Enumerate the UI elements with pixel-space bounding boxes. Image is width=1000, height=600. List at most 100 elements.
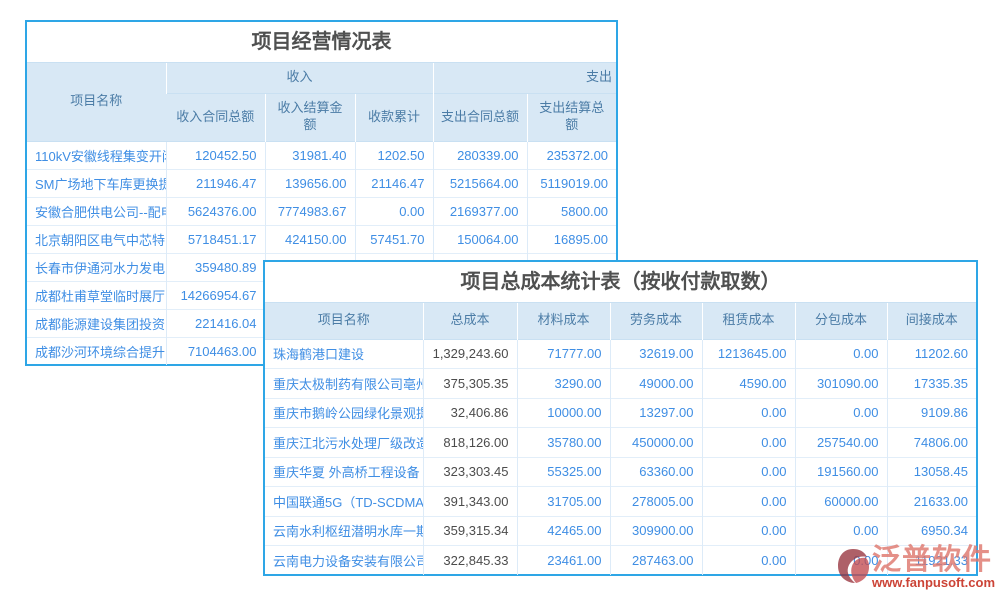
- project-cost-panel: 项目总成本统计表（按收付款取数） 项目名称 总成本 材料成本 劳务成本 租赁成本…: [263, 260, 978, 576]
- table-row: 重庆太极制药有限公司亳州375,305.353290.0049000.00459…: [265, 369, 976, 399]
- value-cell: 21633.00: [887, 487, 976, 517]
- value-cell: 309900.00: [610, 516, 702, 546]
- value-cell: 16895.00: [527, 225, 616, 253]
- value-cell: 31705.00: [517, 487, 610, 517]
- value-cell: 818,126.00: [423, 428, 517, 458]
- table-row: 重庆江北污水处理厂级改造818,126.0035780.00450000.000…: [265, 428, 976, 458]
- value-cell: 0.00: [795, 339, 887, 369]
- value-cell: 211946.47: [166, 169, 265, 197]
- value-cell: 9109.86: [887, 398, 976, 428]
- col-group-income: 收入: [166, 63, 433, 93]
- col-header-income-contract-total: 收入合同总额: [166, 93, 265, 141]
- col-header-expense-contract-total: 支出合同总额: [433, 93, 527, 141]
- project-name-cell: 重庆市鹅岭公园绿化景观提升: [265, 398, 423, 428]
- project-name-cell: 成都能源建设集团投资: [27, 309, 166, 337]
- value-cell: 287463.00: [610, 546, 702, 576]
- value-cell: 235372.00: [527, 141, 616, 169]
- value-cell: 49000.00: [610, 369, 702, 399]
- table-row: SM广场地下车库更换提升211946.47139656.0021146.4752…: [27, 169, 616, 197]
- value-cell: 0.00: [355, 197, 433, 225]
- project-name-cell: 110kV安徽线程集变开闭: [27, 141, 166, 169]
- value-cell: 1202.50: [355, 141, 433, 169]
- project-name-cell: 成都沙河环境综合提升: [27, 337, 166, 365]
- value-cell: 0.00: [795, 398, 887, 428]
- value-cell: 32619.00: [610, 339, 702, 369]
- cost-table-title: 项目总成本统计表（按收付款取数）: [265, 262, 976, 303]
- project-name-cell: 安徽合肥供电公司--配电: [27, 197, 166, 225]
- value-cell: 150064.00: [433, 225, 527, 253]
- value-cell: 391,343.00: [423, 487, 517, 517]
- value-cell: 0.00: [795, 516, 887, 546]
- value-cell: 221416.04: [166, 309, 265, 337]
- value-cell: 5215664.00: [433, 169, 527, 197]
- col-header-labor-cost: 劳务成本: [610, 303, 702, 339]
- table-row: 重庆华夏 外高桥工程设备323,303.4555325.0063360.000.…: [265, 457, 976, 487]
- table-row: 重庆市鹅岭公园绿化景观提升32,406.8610000.0013297.00 0.…: [265, 398, 976, 428]
- value-cell: 280339.00: [433, 141, 527, 169]
- value-cell: 13297.00: [610, 398, 702, 428]
- value-cell: 0.00: [702, 487, 795, 517]
- project-name-cell: 云南电力设备安装有限公司: [265, 546, 423, 576]
- value-cell: 55325.00: [517, 457, 610, 487]
- value-cell: 14266954.67: [166, 281, 265, 309]
- value-cell: 278005.00: [610, 487, 702, 517]
- value-cell: 191560.00: [795, 457, 887, 487]
- watermark-url-text: www.fanpusoft.com: [872, 576, 995, 590]
- col-header-total-cost: 总成本: [423, 303, 517, 339]
- value-cell: 71777.00: [517, 339, 610, 369]
- value-cell: 0.00: [702, 546, 795, 576]
- value-cell: 424150.00: [265, 225, 355, 253]
- value-cell: 322,845.33: [423, 546, 517, 576]
- value-cell: 5624376.00: [166, 197, 265, 225]
- col-header-indirect-cost: 间接成本: [887, 303, 976, 339]
- value-cell: 3290.00: [517, 369, 610, 399]
- value-cell: 5718451.17: [166, 225, 265, 253]
- value-cell: 450000.00: [610, 428, 702, 458]
- table-row: 中国联通5G（TD-SCDMA）391,343.0031705.00278005…: [265, 487, 976, 517]
- value-cell: 63360.00: [610, 457, 702, 487]
- project-name-cell: 重庆太极制药有限公司亳州: [265, 369, 423, 399]
- value-cell: 375,305.35: [423, 369, 517, 399]
- value-cell: 17335.35: [887, 369, 976, 399]
- value-cell: 6950.34: [887, 516, 976, 546]
- cost-table-body: 珠海鹤港口建设1,329,243.6071777.0032619.0012136…: [265, 339, 976, 575]
- value-cell: 359,315.34: [423, 516, 517, 546]
- value-cell: 74806.00: [887, 428, 976, 458]
- project-name-cell: 长春市伊通河水力发电: [27, 253, 166, 281]
- value-cell: 57451.70: [355, 225, 433, 253]
- table-row: 北京朝阳区电气中芯特5718451.17424150.0057451.70150…: [27, 225, 616, 253]
- value-cell: 35780.00: [517, 428, 610, 458]
- project-name-cell: 重庆华夏 外高桥工程设备: [265, 457, 423, 487]
- value-cell: 32,406.86: [423, 398, 517, 428]
- value-cell: 301090.00: [795, 369, 887, 399]
- value-cell: 7774983.67: [265, 197, 355, 225]
- value-cell: 10000.00: [517, 398, 610, 428]
- project-name-cell: 成都杜甫草堂临时展厅: [27, 281, 166, 309]
- col-header-receipts-accumulated: 收款累计: [355, 93, 433, 141]
- col-header-material-cost: 材料成本: [517, 303, 610, 339]
- operation-table-title: 项目经营情况表: [27, 22, 616, 63]
- value-cell: 323,303.45: [423, 457, 517, 487]
- col-group-expense: 支出: [433, 63, 616, 93]
- value-cell: 7104463.00: [166, 337, 265, 365]
- col-header-income-settlement: 收入结算金额: [265, 93, 355, 141]
- value-cell: 21146.47: [355, 169, 433, 197]
- col-header-subcontract-cost: 分包成本: [795, 303, 887, 339]
- table-row: 云南水利枢纽潜明水库一期359,315.3442465.00309900.000…: [265, 516, 976, 546]
- value-cell: 42465.00: [517, 516, 610, 546]
- value-cell: 0.00: [702, 428, 795, 458]
- value-cell: 31981.40: [265, 141, 355, 169]
- value-cell: 1,329,243.60: [423, 339, 517, 369]
- col-header-rental-cost: 租赁成本: [702, 303, 795, 339]
- value-cell: 0.00: [702, 457, 795, 487]
- table-row: 安徽合肥供电公司--配电5624376.007774983.670.002169…: [27, 197, 616, 225]
- project-name-cell: SM广场地下车库更换提升: [27, 169, 166, 197]
- cost-table: 项目名称 总成本 材料成本 劳务成本 租赁成本 分包成本 间接成本 珠海鹤港口建…: [265, 303, 976, 575]
- value-cell: 2169377.00: [433, 197, 527, 225]
- value-cell: 0.00: [702, 516, 795, 546]
- project-name-cell: 珠海鹤港口建设: [265, 339, 423, 369]
- value-cell: 257540.00: [795, 428, 887, 458]
- project-name-cell: 北京朝阳区电气中芯特: [27, 225, 166, 253]
- col-header-project-name: 项目名称: [265, 303, 423, 339]
- project-name-cell: 云南水利枢纽潜明水库一期: [265, 516, 423, 546]
